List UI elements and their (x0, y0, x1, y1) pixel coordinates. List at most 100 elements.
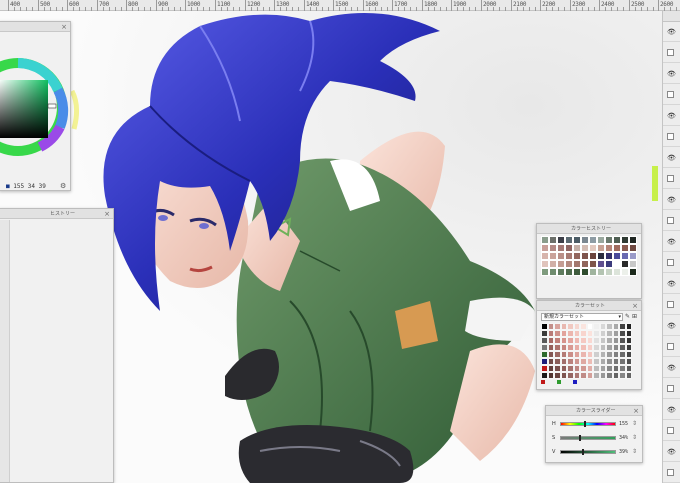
close-icon[interactable]: × (104, 209, 110, 219)
color-history-swatch[interactable] (597, 268, 605, 276)
color-history-swatch[interactable] (605, 244, 613, 252)
color-history-swatch[interactable] (597, 236, 605, 244)
color-history-swatch[interactable] (549, 244, 557, 252)
color-history-swatch[interactable] (573, 260, 581, 268)
color-history-swatch[interactable] (565, 236, 573, 244)
layer-row[interactable] (663, 337, 680, 357)
layer-checkbox[interactable] (667, 49, 674, 56)
eye-icon[interactable]: 👁 (667, 280, 676, 288)
color-history-swatch[interactable] (581, 260, 589, 268)
eye-icon[interactable]: 👁 (667, 154, 676, 162)
color-history-swatch[interactable] (613, 236, 621, 244)
layer-row[interactable] (663, 211, 680, 231)
color-history-swatch[interactable] (613, 268, 621, 276)
layer-row[interactable] (663, 295, 680, 315)
color-history-grid[interactable] (541, 236, 637, 294)
layer-row[interactable] (663, 421, 680, 441)
color-history-swatch[interactable] (549, 268, 557, 276)
color-history-swatch[interactable] (605, 268, 613, 276)
color-history-swatch[interactable] (541, 236, 549, 244)
color-set-grid[interactable] (541, 323, 637, 379)
layer-row[interactable]: 👁 (663, 232, 680, 252)
color-set-footer-swatch[interactable] (541, 380, 545, 384)
stepper-icon[interactable]: ⇕ (632, 434, 637, 441)
slider-track[interactable] (560, 435, 616, 441)
color-set-swatch[interactable] (625, 337, 632, 344)
color-set-titlebar[interactable]: カラーセット × (537, 301, 641, 311)
close-icon[interactable]: × (633, 406, 639, 416)
color-history-swatch[interactable] (629, 236, 637, 244)
layer-row[interactable]: 👁 (663, 400, 680, 420)
color-history-swatch[interactable] (597, 252, 605, 260)
color-history-swatch[interactable] (621, 244, 629, 252)
eye-icon[interactable]: 👁 (667, 322, 676, 330)
color-set-swatch[interactable] (625, 344, 632, 351)
color-history-swatch[interactable] (549, 252, 557, 260)
layer-checkbox[interactable] (667, 343, 674, 350)
color-history-swatch[interactable] (557, 252, 565, 260)
color-history-swatch[interactable] (557, 236, 565, 244)
color-history-swatch[interactable] (581, 244, 589, 252)
color-history-swatch[interactable] (557, 268, 565, 276)
color-history-swatch[interactable] (549, 260, 557, 268)
color-slider-titlebar[interactable]: カラースライダー × (546, 406, 642, 416)
color-history-swatch[interactable] (565, 244, 573, 252)
color-history-swatch[interactable] (589, 268, 597, 276)
stepper-icon[interactable]: ⇕ (632, 420, 637, 427)
color-history-swatch[interactable] (565, 252, 573, 260)
color-history-swatch[interactable] (557, 244, 565, 252)
eye-icon[interactable]: 👁 (667, 28, 676, 36)
layer-row[interactable] (663, 379, 680, 399)
gear-icon[interactable]: ⚙ (60, 182, 66, 190)
color-history-swatch[interactable] (597, 260, 605, 268)
color-history-swatch[interactable] (589, 252, 597, 260)
slider-handle[interactable] (582, 449, 584, 455)
color-history-swatch[interactable] (605, 260, 613, 268)
color-history-swatch[interactable] (589, 260, 597, 268)
layer-checkbox[interactable] (667, 427, 674, 434)
color-set-swatch[interactable] (625, 323, 632, 330)
layer-row[interactable]: 👁 (663, 190, 680, 210)
color-history-titlebar[interactable]: カラーヒストリー (537, 224, 641, 234)
color-history-swatch[interactable] (597, 244, 605, 252)
color-wheel[interactable] (0, 32, 72, 180)
eye-icon[interactable]: 👁 (667, 70, 676, 78)
color-history-swatch[interactable] (541, 244, 549, 252)
color-history-swatch[interactable] (605, 236, 613, 244)
eye-icon[interactable]: 👁 (667, 112, 676, 120)
color-set-swatch[interactable] (625, 358, 632, 365)
color-history-swatch[interactable] (621, 236, 629, 244)
color-history-swatch[interactable] (541, 260, 549, 268)
color-history-swatch[interactable] (581, 252, 589, 260)
color-history-swatch[interactable] (573, 268, 581, 276)
layer-row[interactable]: 👁 (663, 106, 680, 126)
color-history-swatch[interactable] (621, 268, 629, 276)
color-set-footer-swatch[interactable] (557, 380, 561, 384)
layer-row[interactable]: 👁 (663, 148, 680, 168)
layer-checkbox[interactable] (667, 469, 674, 476)
color-history-swatch[interactable] (621, 260, 629, 268)
layer-checkbox[interactable] (667, 217, 674, 224)
close-icon[interactable]: × (632, 301, 638, 311)
color-history-swatch[interactable] (613, 252, 621, 260)
history-scrollbar[interactable] (0, 220, 10, 482)
color-history-swatch[interactable] (629, 260, 637, 268)
layer-row[interactable] (663, 127, 680, 147)
color-history-swatch[interactable] (557, 260, 565, 268)
layer-checkbox[interactable] (667, 259, 674, 266)
color-wheel-titlebar[interactable]: × (0, 22, 70, 32)
layer-row[interactable] (663, 463, 680, 483)
color-history-swatch[interactable] (549, 236, 557, 244)
eye-icon[interactable]: 👁 (667, 196, 676, 204)
close-icon[interactable]: × (61, 22, 67, 32)
layer-row[interactable]: 👁 (663, 64, 680, 84)
slider-track[interactable] (560, 449, 616, 455)
color-history-swatch[interactable] (589, 236, 597, 244)
color-history-swatch[interactable] (573, 244, 581, 252)
color-set-swatch[interactable] (625, 365, 632, 372)
wrench-icon[interactable]: ✎ ⊞ (625, 313, 637, 320)
color-history-swatch[interactable] (629, 268, 637, 276)
layer-checkbox[interactable] (667, 301, 674, 308)
layer-row[interactable] (663, 253, 680, 273)
color-set-swatch[interactable] (625, 330, 632, 337)
